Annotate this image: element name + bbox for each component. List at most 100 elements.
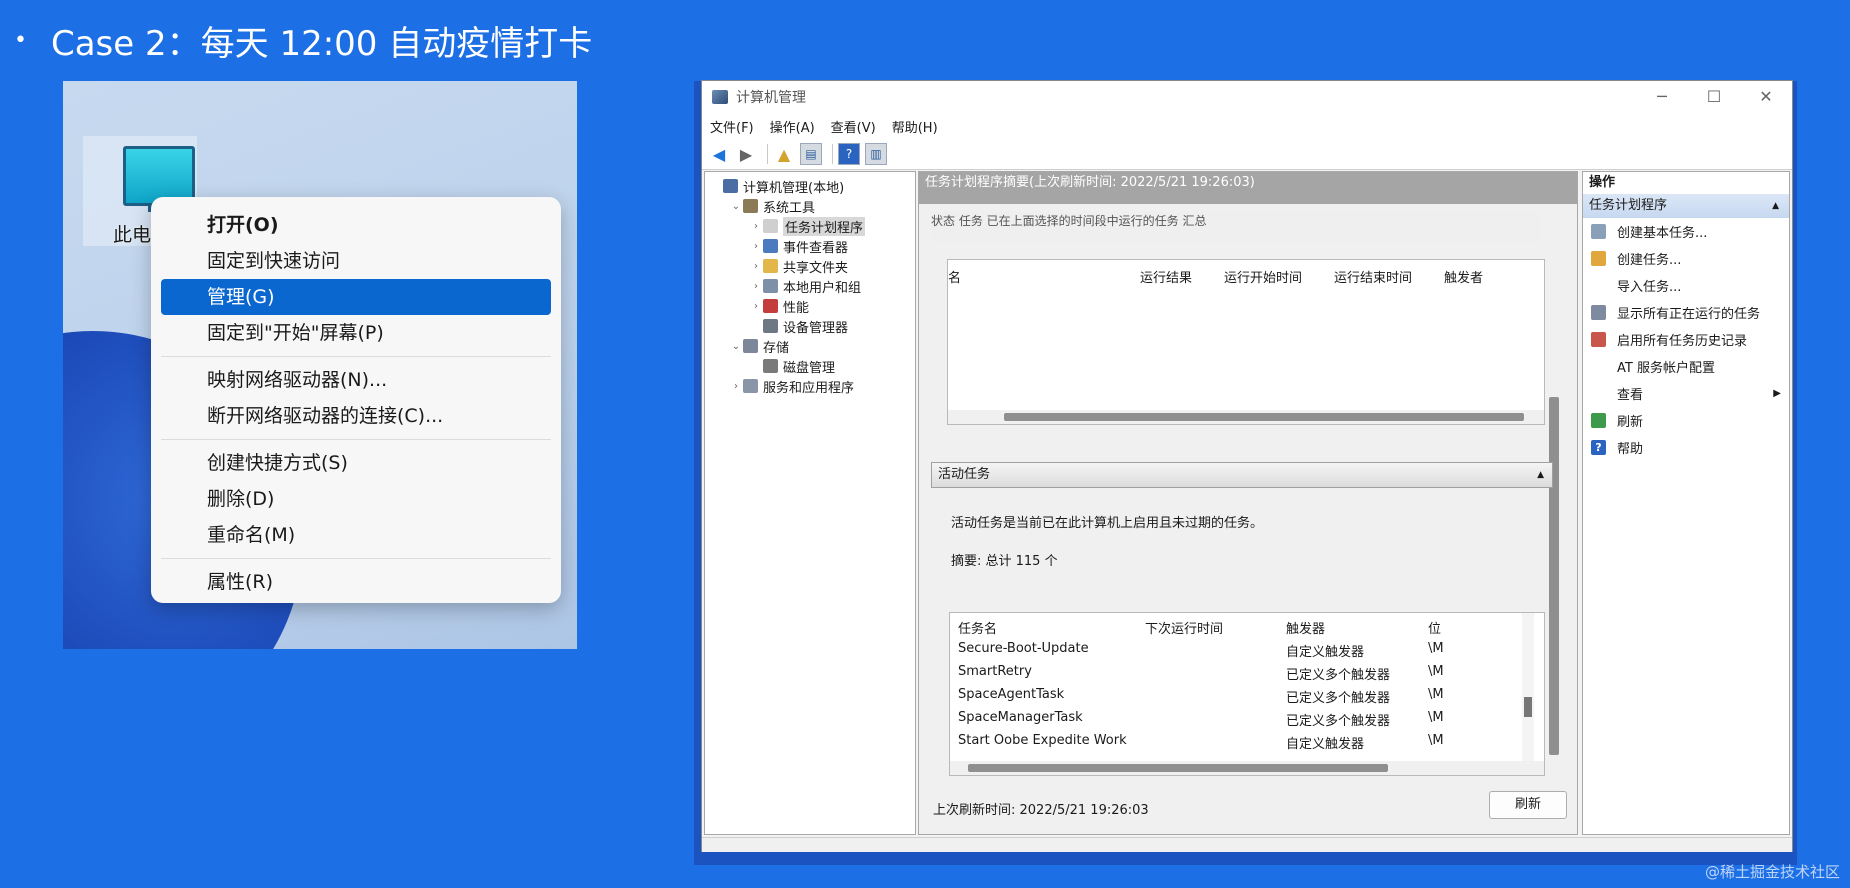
table-row[interactable]: SpaceAgentTask 已定义多个触发器 \M — [950, 682, 1544, 706]
action-icon: ? — [1591, 440, 1606, 455]
context-menu-item[interactable]: 属性(R) — [161, 564, 551, 600]
menu-action[interactable]: 操作(A) — [770, 117, 815, 136]
context-menu-item[interactable]: 删除(D) — [161, 481, 551, 517]
action-item[interactable]: 刷新 — [1583, 407, 1789, 434]
menu-separator — [161, 558, 551, 559]
tree-node-icon — [763, 239, 778, 253]
action-item[interactable]: 创建任务... — [1583, 245, 1789, 272]
tree-item-label: 性能 — [783, 300, 810, 316]
tree-item[interactable]: › 任务计划程序 — [705, 216, 915, 236]
expand-toggle-icon[interactable]: › — [749, 261, 763, 272]
col-name[interactable]: 名 — [948, 267, 961, 286]
tree-item[interactable]: › 服务和应用程序 — [705, 376, 915, 396]
task-column-header[interactable]: 下次运行时间 — [1145, 618, 1223, 637]
table-row[interactable]: Start Oobe Expedite Work 自定义触发器 \M — [950, 728, 1544, 752]
table-scrollbar-thumb[interactable] — [1524, 697, 1532, 717]
active-tasks-title: 活动任务 — [938, 467, 991, 482]
action-item[interactable]: ? 帮助 — [1583, 434, 1789, 461]
collapse-up-icon[interactable]: ▲ — [1537, 463, 1544, 487]
action-item[interactable]: 创建基本任务... — [1583, 218, 1789, 245]
expand-toggle-icon[interactable]: › — [749, 281, 763, 292]
this-pc-label: 此电 — [113, 224, 152, 246]
tree-item[interactable]: › 本地用户和组 — [705, 276, 915, 296]
tree-item-label: 共享文件夹 — [783, 260, 849, 276]
col-triggered-by[interactable]: 触发者 — [1444, 267, 1483, 286]
menu-view[interactable]: 查看(V) — [831, 117, 876, 136]
context-menu-item[interactable]: 固定到"开始"屏幕(P) — [161, 315, 551, 351]
task-table-header: 任务名 下次运行时间 触发器 位 — [950, 613, 1544, 637]
active-tasks-section-header[interactable]: 活动任务 ▲ — [931, 462, 1553, 488]
tree-item[interactable]: 磁盘管理 — [705, 356, 915, 376]
expand-toggle-icon[interactable]: › — [749, 221, 763, 232]
action-icon — [1591, 305, 1606, 320]
maximize-button[interactable]: ☐ — [1688, 81, 1740, 113]
tree-item[interactable]: 计算机管理(本地) — [705, 176, 915, 196]
actions-header: 操作 — [1589, 175, 1616, 190]
action-item[interactable]: AT 服务帐户配置 — [1583, 353, 1789, 380]
table-row[interactable]: SmartRetry 已定义多个触发器 \M — [950, 659, 1544, 683]
refresh-button[interactable]: 刷新 — [1489, 791, 1567, 819]
table-vertical-scrollbar[interactable] — [1522, 613, 1534, 763]
title-bar[interactable]: 计算机管理 ─ ☐ ✕ — [702, 81, 1792, 113]
forward-arrow-icon[interactable]: ▶ — [735, 143, 757, 165]
expand-toggle-icon[interactable]: ⌄ — [729, 341, 743, 352]
collapse-up-icon[interactable]: ▲ — [1772, 194, 1779, 218]
table-row[interactable]: SpaceManagerTask 已定义多个触发器 \M — [950, 705, 1544, 729]
context-menu-item[interactable]: 打开(O) — [161, 207, 551, 243]
action-item[interactable]: 导入任务... — [1583, 272, 1789, 299]
task-column-header[interactable]: 位 — [1428, 618, 1441, 637]
minimize-button[interactable]: ─ — [1636, 81, 1688, 113]
table-horizontal-scrollbar[interactable] — [950, 761, 1544, 775]
expand-toggle-icon[interactable]: › — [749, 241, 763, 252]
table-row[interactable]: Secure-Boot-Update 自定义触发器 \M — [950, 636, 1544, 660]
context-menu-item[interactable]: 重命名(M) — [161, 517, 551, 553]
help-icon[interactable]: ? — [838, 143, 860, 165]
tree-item[interactable]: › 事件查看器 — [705, 236, 915, 256]
task-column-header[interactable]: 任务名 — [958, 618, 997, 637]
tree-item-label: 系统工具 — [763, 200, 816, 216]
expand-toggle-icon[interactable]: › — [749, 301, 763, 312]
back-arrow-icon[interactable]: ◀ — [708, 143, 730, 165]
active-tasks-table: 任务名 下次运行时间 触发器位 Secure-Boot-Update 自定义触发器 \M S… — [949, 612, 1545, 776]
show-hide-console-tree-icon[interactable]: ▤ — [800, 143, 822, 165]
task-cell-name: SmartRetry — [958, 664, 1032, 679]
action-item[interactable]: 查看 ▶ — [1583, 380, 1789, 407]
status-section-cut: 状态 任务 已在上面选择的时间段中运行的任务 汇总 — [931, 212, 1541, 242]
task-column-header[interactable]: 触发器 — [1286, 618, 1325, 637]
col-run-start[interactable]: 运行开始时间 — [1224, 267, 1302, 286]
up-folder-icon[interactable]: ▲ — [773, 143, 795, 165]
action-item[interactable]: 启用所有任务历史记录 — [1583, 326, 1789, 353]
horizontal-scrollbar[interactable] — [948, 410, 1544, 424]
context-menu-item[interactable]: 固定到快速访问 — [161, 243, 551, 279]
task-cell-loc: \M — [1428, 733, 1444, 748]
action-item-label: 创建任务... — [1617, 253, 1682, 268]
slide-title: • Case 2：每天 12:00 自动疫情打卡 — [14, 16, 592, 65]
tree-item[interactable]: ⌄ 系统工具 — [705, 196, 915, 216]
action-item[interactable]: 显示所有正在运行的任务 — [1583, 299, 1789, 326]
expand-toggle-icon[interactable]: ⌄ — [729, 201, 743, 212]
action-icon — [1591, 224, 1606, 239]
context-menu-item[interactable]: 管理(G) — [161, 279, 551, 315]
task-cell-loc: \M — [1428, 641, 1444, 656]
close-button[interactable]: ✕ — [1740, 81, 1792, 113]
actions-subheader[interactable]: 任务计划程序 ▲ — [1583, 194, 1789, 218]
tree-item[interactable]: › 共享文件夹 — [705, 256, 915, 276]
menu-file[interactable]: 文件(F) — [710, 117, 754, 136]
col-run-end[interactable]: 运行结束时间 — [1334, 267, 1412, 286]
expand-toggle-icon[interactable]: › — [729, 381, 743, 392]
submenu-arrow-icon: ▶ — [1773, 388, 1781, 399]
vertical-scrollbar-thumb[interactable] — [1549, 397, 1559, 755]
context-menu-item[interactable]: 映射网络驱动器(N)... — [161, 362, 551, 398]
scrollbar-thumb[interactable] — [1004, 413, 1524, 421]
context-menu-item[interactable]: 断开网络驱动器的连接(C)... — [161, 398, 551, 434]
tree-item[interactable]: › 性能 — [705, 296, 915, 316]
task-cell-name: Start Oobe Expedite Work — [958, 733, 1127, 748]
tree-node-icon — [743, 199, 758, 213]
context-menu-item[interactable]: 创建快捷方式(S) — [161, 445, 551, 481]
tree-item[interactable]: 设备管理器 — [705, 316, 915, 336]
show-hide-action-pane-icon[interactable]: ▥ — [865, 143, 887, 165]
table-hscroll-thumb[interactable] — [968, 764, 1388, 772]
col-run-result[interactable]: 运行结果 — [1140, 267, 1192, 286]
menu-help[interactable]: 帮助(H) — [892, 117, 938, 136]
tree-item[interactable]: ⌄ 存储 — [705, 336, 915, 356]
